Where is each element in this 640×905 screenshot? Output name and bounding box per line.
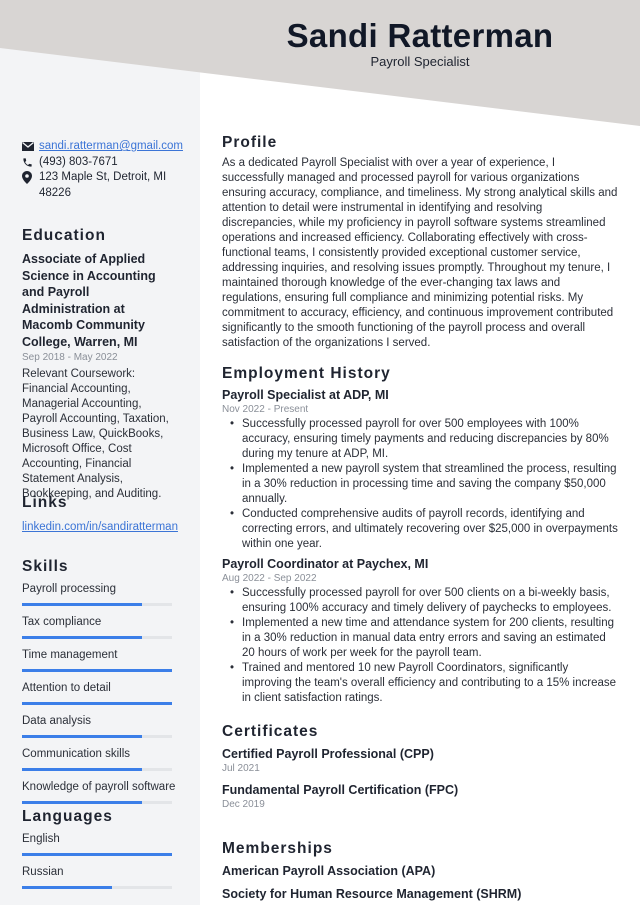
skill-label: Knowledge of payroll software: [22, 781, 176, 793]
phone-icon: [22, 155, 39, 171]
certificate-entry: Certified Payroll Professional (CPP) Jul …: [222, 746, 618, 776]
map-pin-icon: [22, 170, 39, 186]
degree-title: Associate of Applied Science in Accounti…: [22, 252, 156, 349]
skill-level-fill: [22, 702, 172, 705]
skill-label: Tax compliance: [22, 616, 102, 628]
employment-heading: Employment History: [222, 365, 391, 382]
job-bullet: Trained and mentored 10 new Payroll Coor…: [230, 661, 618, 706]
phone-number: (493) 803-7671: [39, 155, 118, 168]
employment-section: Employment History Payroll Specialist at…: [222, 365, 618, 706]
skill-level-bar: [22, 636, 172, 639]
job-dates: Aug 2022 - Sep 2022: [222, 573, 317, 584]
skill-level-bar: [22, 603, 172, 606]
email-link[interactable]: sandi.ratterman@gmail.com: [39, 139, 183, 155]
job-bullet: Successfully processed payroll for over …: [230, 417, 618, 462]
education-heading: Education: [22, 227, 106, 244]
candidate-name: Sandi Ratterman: [286, 17, 554, 54]
skill-level-fill: [22, 669, 172, 672]
certificate-name: Fundamental Payroll Certification (FPC): [222, 783, 459, 797]
skill-level-fill: [22, 735, 142, 738]
language-level-bar: [22, 853, 172, 856]
skill-level-bar: [22, 735, 172, 738]
skill-label: Data analysis: [22, 715, 92, 727]
education-section: Education Associate of Applied Science i…: [22, 227, 178, 502]
links-section: Links linkedin.com/in/sandiratterman: [22, 494, 178, 535]
certificate-entry: Fundamental Payroll Certification (FPC) D…: [222, 782, 618, 812]
skills-section: Skills Payroll processing Tax compliance T…: [22, 558, 178, 813]
job-bullet: Conducted comprehensive audits of payrol…: [230, 507, 618, 552]
certificate-date: Dec 2019: [222, 799, 265, 810]
candidate-role: Payroll Specialist: [370, 54, 470, 69]
coursework-text: Relevant Coursework: Financial Accountin…: [22, 368, 169, 500]
job-bullet: Implemented a new payroll system that st…: [230, 462, 618, 507]
skill-level-fill: [22, 636, 142, 639]
profile-heading: Profile: [222, 134, 278, 151]
certificates-list: Certified Payroll Professional (CPP) Jul …: [222, 746, 618, 812]
contact-section: sandi.ratterman@gmail.com (493) 803-7671…: [22, 139, 183, 201]
job-bullet: Implemented a new time and attendance sy…: [230, 616, 618, 661]
skill-level-bar: [22, 801, 172, 804]
skill-level-bar: [22, 768, 172, 771]
language-level-fill: [22, 853, 172, 856]
certificates-section: Certificates Certified Payroll Professio…: [222, 723, 618, 812]
job-bullet: Successfully processed payroll for over …: [230, 586, 618, 616]
certificate-date: Jul 2021: [222, 763, 260, 774]
languages-heading: Languages: [22, 808, 113, 825]
linkedin-link[interactable]: linkedin.com/in/sandiratterman: [22, 521, 178, 533]
certificate-name: Certified Payroll Professional (CPP): [222, 747, 434, 761]
jobs-list: Payroll Specialist at ADP, MI Nov 2022 - …: [222, 387, 618, 706]
job-entry: Payroll Specialist at ADP, MI Nov 2022 - …: [222, 387, 618, 552]
memberships-section: Memberships American Payroll Association…: [222, 840, 618, 902]
languages-section: Languages English Russian: [22, 808, 178, 898]
skill-level-bar: [22, 702, 172, 705]
language-label: Russian: [22, 866, 64, 878]
language-label: English: [22, 833, 60, 845]
job-bullets: Successfully processed payroll for over …: [230, 417, 618, 552]
links-heading: Links: [22, 494, 68, 511]
skill-level-fill: [22, 801, 142, 804]
contact-email-row: sandi.ratterman@gmail.com: [22, 139, 183, 155]
languages-list: English Russian: [22, 832, 178, 889]
skill-label: Payroll processing: [22, 583, 116, 595]
address: 123 Maple St, Detroit, MI 48226: [39, 171, 167, 199]
memberships-list: American Payroll Association (APA) Societ…: [222, 863, 618, 902]
skill-level-fill: [22, 603, 142, 606]
job-title: Payroll Coordinator at Paychex, MI: [222, 557, 429, 571]
envelope-icon: [22, 139, 39, 155]
profile-section: Profile As a dedicated Payroll Specialis…: [222, 134, 618, 351]
skills-list: Payroll processing Tax compliance Time man…: [22, 582, 178, 804]
language-level-fill: [22, 886, 112, 889]
membership-name: Society for Human Resource Management (S…: [222, 887, 522, 901]
skills-heading: Skills: [22, 558, 69, 575]
certificates-heading: Certificates: [222, 723, 319, 740]
job-entry: Payroll Coordinator at Paychex, MI Aug 20…: [222, 556, 618, 706]
membership-name: American Payroll Association (APA): [222, 864, 436, 878]
memberships-heading: Memberships: [222, 840, 333, 857]
job-dates: Nov 2022 - Present: [222, 404, 309, 415]
skill-label: Communication skills: [22, 748, 131, 760]
job-title: Payroll Specialist at ADP, MI: [222, 388, 389, 402]
education-dates: Sep 2018 - May 2022: [22, 352, 118, 363]
contact-address-row: 123 Maple St, Detroit, MI 48226: [22, 170, 178, 201]
language-level-bar: [22, 886, 172, 889]
skill-label: Time management: [22, 649, 118, 661]
skill-level-fill: [22, 768, 142, 771]
job-bullets: Successfully processed payroll for over …: [230, 586, 618, 706]
skill-label: Attention to detail: [22, 682, 111, 694]
contact-phone-row: (493) 803-7671: [22, 155, 178, 171]
skill-level-bar: [22, 669, 172, 672]
profile-text: As a dedicated Payroll Specialist with o…: [222, 157, 618, 349]
